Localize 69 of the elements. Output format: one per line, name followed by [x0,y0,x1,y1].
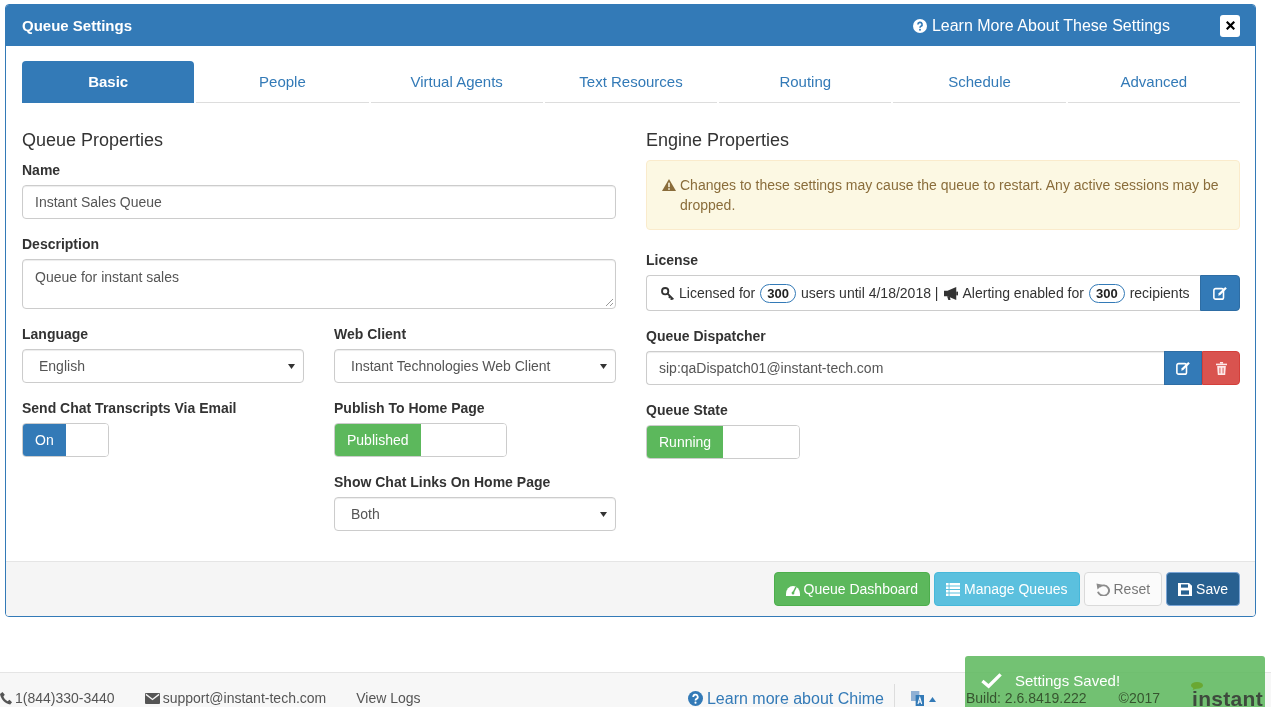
tab[interactable]: People [196,61,369,103]
close-icon [1225,21,1235,30]
field-label: Queue State [646,401,728,420]
copyright-text: ©2017 [1118,690,1161,707]
queue-state-toggle[interactable]: Running [646,425,801,459]
question-circle-icon [912,18,927,33]
dispatcher-delete-button[interactable] [1202,351,1240,385]
caret-down-icon [600,511,607,517]
tab[interactable]: Text Resources [544,61,718,103]
license-text: Licensed for [679,285,756,301]
undo-arrow-icon [1095,582,1110,596]
field-label: Show Chat Links On Home Page [334,473,551,492]
license-edit-button[interactable] [1200,275,1240,311]
tab[interactable]: Routing [719,61,892,103]
learn-more-link[interactable]: Learn more about Chime [687,690,884,707]
phone-icon [0,692,12,705]
tab[interactable]: Schedule [893,61,1066,103]
view-logs-link[interactable]: View Logs [356,690,421,707]
alerting-text: Alerting enabled for [962,285,1084,301]
field-label: Name [22,161,61,180]
megaphone-icon [943,286,958,300]
tab[interactable]: Basic [22,61,195,103]
logo-text: instant [1192,690,1263,707]
field-label: Publish To Home Page [334,399,485,418]
build-text: Build: 2.6.8419.222 [965,690,1087,707]
field-label: License [646,251,699,270]
caret-up-icon[interactable] [928,697,936,702]
close-button[interactable] [1220,14,1240,37]
key-icon [661,286,674,300]
dispatcher-edit-button[interactable] [1164,351,1202,385]
edit-icon [1213,286,1227,300]
publish-toggle[interactable]: Published [334,423,507,457]
transcripts-toggle[interactable]: On [22,423,110,457]
section-heading: Queue Properties [22,129,165,151]
tab[interactable]: Advanced [1067,61,1240,103]
license-text: users until 4/18/2018 | [801,285,939,301]
help-link[interactable]: Learn More About These Settings [912,16,1170,35]
dashboard-button[interactable]: Queue Dashboard [773,572,930,606]
edit-icon [1176,361,1190,375]
save-button[interactable]: Save [1166,572,1240,606]
chat-links-select[interactable]: Both [334,497,616,531]
name-input[interactable]: Instant Sales Queue [22,185,616,219]
field-label: Language [22,325,89,344]
dispatcher-input[interactable]: sip:qaDispatch01@instant-tech.com [646,351,1164,385]
email-link[interactable]: support@instant-tech.com [162,690,327,707]
translate-icon[interactable] [910,691,924,706]
alerting-text: recipients [1129,285,1190,301]
envelope-icon [144,693,160,704]
resize-grip-icon [605,298,613,306]
trash-icon [1215,361,1227,375]
toast-message: Settings Saved! [1015,671,1121,690]
field-label: Send Chat Transcripts Via Email [22,399,237,418]
check-icon [980,672,1003,689]
speech-bubble-icon [1191,682,1204,690]
warning-text: Changes to these settings may cause the queue to restart. Any active sessions may be dropped. [680,176,1220,215]
field-label: Queue Dispatcher [646,327,766,346]
language-select[interactable]: English [22,349,304,383]
web-client-select[interactable]: Instant Technologies Web Client [334,349,616,383]
caret-down-icon [288,363,295,369]
dialog-title: Queue Settings [22,17,133,34]
list-icon [945,582,960,596]
field-label: Web Client [334,325,407,344]
field-label: Description [22,235,99,254]
tab[interactable]: Virtual Agents [370,61,543,103]
description-textarea[interactable]: Queue for instant sales [22,259,616,309]
section-heading: Engine Properties [646,129,791,151]
warning-icon [662,179,676,191]
caret-down-icon [600,363,607,369]
phone-number: 1(844)330-3440 [15,690,115,707]
